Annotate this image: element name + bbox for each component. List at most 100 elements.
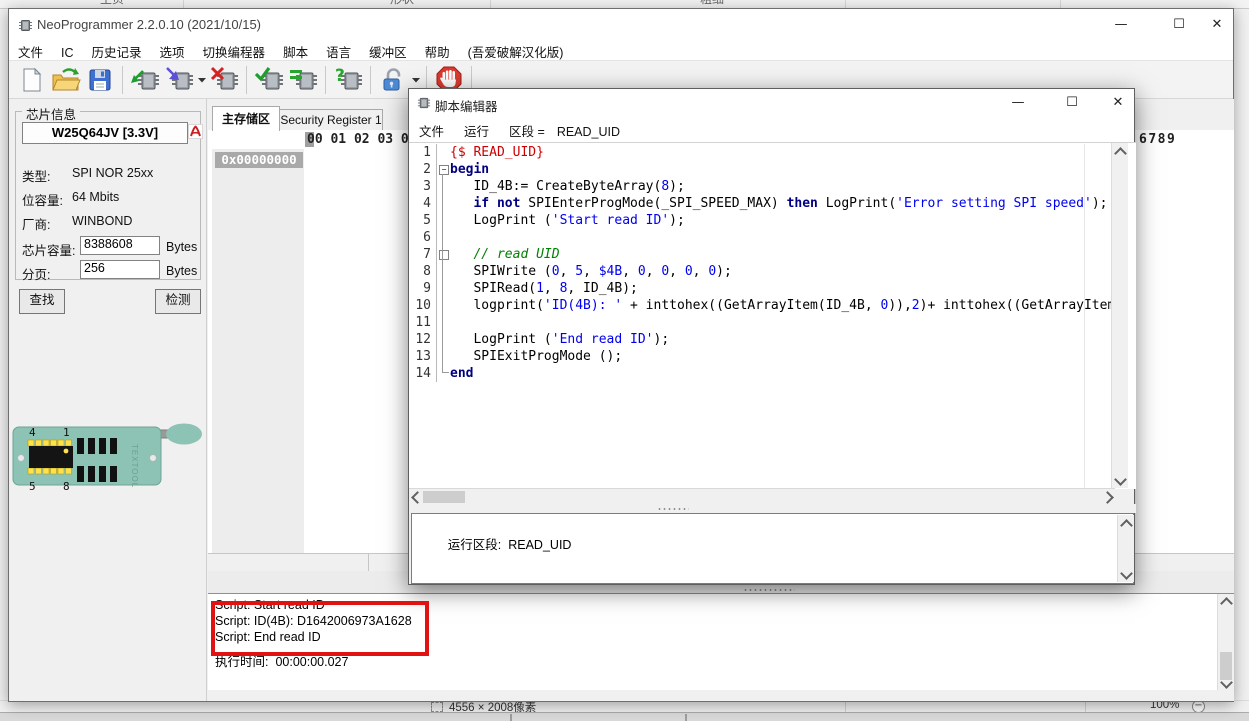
dialog-menu-item-1[interactable]: 运行 [454,117,499,144]
fold-marker-icon[interactable] [439,250,449,260]
line-number: 9 [409,280,437,297]
code-text: end [450,365,1111,382]
write-chip-button-dropdown[interactable] [196,64,207,96]
find-chip-button[interactable]: 查找 [19,289,65,314]
new-file-icon [18,66,46,94]
window-title: NeoProgrammer 2.2.0.10 (2021/10/15) [37,17,261,32]
scroll-right-arrow[interactable] [1101,491,1114,504]
dialog-menu-item-2[interactable]: 区段 = [499,117,555,144]
scroll-left-arrow[interactable] [411,491,424,504]
scroll-up-arrow[interactable] [1220,597,1233,610]
menu-item-5[interactable]: 脚本 [274,41,317,62]
chip-name-field[interactable]: W25Q64JV [3.3V] [22,122,188,144]
menu-item-8[interactable]: 帮助 [416,41,459,62]
fold-margin[interactable] [437,246,450,263]
tab-security-register[interactable]: Security Register 1 [279,109,383,131]
exec-time-value: 00:00:00.027 [275,655,348,669]
run-section-text: 运行区段: READ_UID [420,520,571,567]
menu-item-2[interactable]: 历史记录 [83,41,151,62]
maximize-button[interactable]: ☐ [1164,15,1194,35]
hex-address-cell[interactable]: 0x00000000 [215,152,303,168]
unlock-icon [379,66,407,94]
fold-margin [437,263,450,280]
menu-item-7[interactable]: 缓冲区 [360,41,416,62]
scroll-down-arrow[interactable] [1114,473,1127,486]
log-scrollbar[interactable] [1217,594,1234,690]
menu-item-6[interactable]: 语言 [317,41,360,62]
code-text: SPIExitProgMode (); [450,348,1111,365]
scrollbar-thumb[interactable] [423,491,465,503]
strip-divider [368,554,369,572]
save-icon [86,66,114,94]
code-line-1: 1{$ READ_UID} [409,144,1111,161]
code-text: LogPrint ('Start read ID'); [450,212,1111,229]
titlebar[interactable]: NeoProgrammer 2.2.0.10 (2021/10/15) — ☐ … [9,9,1233,41]
socket-pin5-label: 5 [29,480,36,493]
read-chip-icon [130,65,160,95]
dialog-maximize-button[interactable]: ☐ [1057,93,1087,113]
dialog-titlebar[interactable]: 脚本编辑器 — ☐ ✕ [409,89,1134,117]
fold-margin[interactable]: − [437,161,450,178]
new-file-button[interactable] [16,64,48,96]
menu-item-0[interactable]: 文件 [9,41,52,62]
line-number: 13 [409,348,437,365]
code-editor[interactable]: 1{$ READ_UID}2−begin3 ID_4B:= CreateByte… [409,142,1136,489]
code-text: SPIWrite (0, 5, $4B, 0, 0, 0, 0); [450,263,1111,280]
fold-margin [437,280,450,297]
datasheet-pdf-icon[interactable] [188,124,203,139]
fold-guide-end [442,372,449,373]
dialog-minimize-button[interactable]: — [1003,93,1033,113]
dialog-splitter[interactable] [409,504,1136,513]
fold-collapse-icon[interactable]: − [439,165,449,175]
chip-info-group-title: 芯片信息 [22,104,80,123]
ribbon-fragment: 粗细 [700,0,724,7]
capacity-unit: Bytes [166,240,197,254]
detect-chip-button[interactable]: 检测 [155,289,201,314]
menu-item-9[interactable]: (吾爱破解汉化版) [459,41,573,62]
line-number: 11 [409,314,437,331]
query-chip-button[interactable]: ? [332,64,364,96]
section-selector[interactable]: READ_UID [555,121,622,143]
code-text [450,314,1111,331]
code-line-14: 14end [409,365,1111,382]
scroll-up-arrow[interactable] [1120,519,1133,532]
save-button[interactable] [84,64,116,96]
line-number: 12 [409,331,437,348]
capacity-input[interactable]: 8388608 [80,236,160,255]
line-number: 3 [409,178,437,195]
code-line-11: 11 [409,314,1111,331]
tab-main-memory[interactable]: 主存储区 [212,106,280,131]
socket-brand-label: TEXTOOL [130,444,139,488]
splitter-handle[interactable] [743,588,795,592]
code-line-13: 13 SPIExitProgMode (); [409,348,1111,365]
code-text: if not SPIEnterProgMode(_SPI_SPEED_MAX) … [450,195,1111,212]
run-panel-scrollbar[interactable] [1117,515,1134,582]
close-button[interactable]: ✕ [1202,15,1232,35]
menu-item-4[interactable]: 切换编程器 [194,41,275,62]
scroll-up-arrow[interactable] [1114,147,1127,160]
code-scrollbar-vertical[interactable] [1111,143,1128,488]
dialog-menu-item-0[interactable]: 文件 [409,117,454,144]
compare-chip-button[interactable] [287,64,319,96]
open-file-button[interactable] [50,64,82,96]
ribbon-divider [1060,0,1061,8]
dialog-close-button[interactable]: ✕ [1103,93,1133,113]
run-section-panel: 运行区段: READ_UID [411,513,1134,584]
page-size-input[interactable]: 256 [80,260,160,279]
minimize-button[interactable]: — [1106,15,1136,35]
write-chip-button[interactable] [163,64,195,96]
scroll-down-arrow[interactable] [1120,567,1133,580]
strip-tick [685,714,687,721]
code-text: logprint('ID(4B): ' + inttohex((GetArray… [450,297,1111,314]
code-scrollbar-horizontal[interactable] [409,488,1115,505]
unlock-button[interactable] [377,64,409,96]
verify-chip-button[interactable] [253,64,285,96]
menu-item-3[interactable]: 选项 [151,41,194,62]
erase-chip-button[interactable] [208,64,240,96]
hex-column-header: 00 01 02 03 04 [307,132,417,147]
read-chip-button[interactable] [129,64,161,96]
script-editor-dialog: 脚本编辑器 — ☐ ✕ 文件运行区段 =READ_UID 1{$ READ_UI… [408,88,1135,585]
chip-info-panel: 芯片信息 W25Q64JV [3.3V] 类型: SPI NOR 25xx 位容… [9,99,206,701]
open-file-icon [51,66,81,94]
menu-item-1[interactable]: IC [52,45,83,61]
